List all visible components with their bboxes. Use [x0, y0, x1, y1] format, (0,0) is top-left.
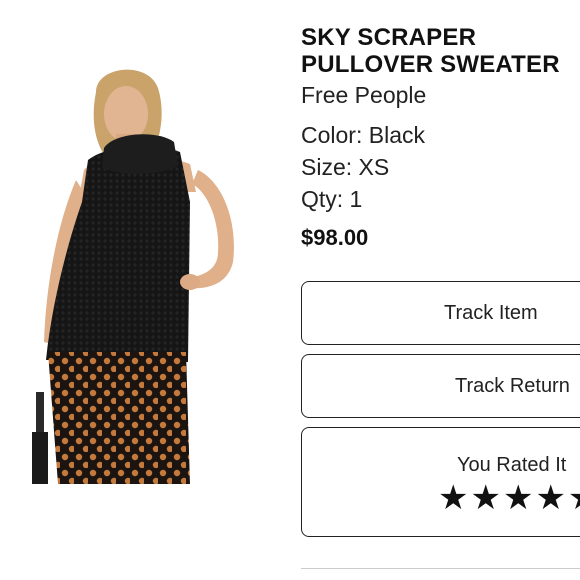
product-qty: Qty: 1 [301, 186, 363, 212]
rating-stars-icon[interactable]: ★★★★★ [438, 478, 580, 518]
product-price: $98.00 [301, 225, 369, 250]
track-item-button[interactable]: Track Item [301, 281, 580, 345]
track-return-button[interactable]: Track Return [301, 354, 580, 418]
product-info: SKY SCRAPER PULLOVER SWEATER Free People… [301, 24, 580, 252]
order-item-detail: SKY SCRAPER PULLOVER SWEATER Free People… [0, 0, 580, 580]
rating-label: You Rated It [457, 454, 567, 476]
track-return-label: Track Return [455, 375, 570, 397]
product-title: SKY SCRAPER PULLOVER SWEATER [301, 24, 560, 78]
divider [301, 568, 580, 569]
product-brand: Free People [301, 82, 427, 108]
track-item-label: Track Item [444, 302, 538, 324]
product-size: Size: XS [301, 154, 390, 180]
product-color: Color: Black [301, 122, 425, 148]
rating-box[interactable]: You Rated It ★★★★★ [301, 427, 580, 537]
product-image [18, 52, 280, 484]
